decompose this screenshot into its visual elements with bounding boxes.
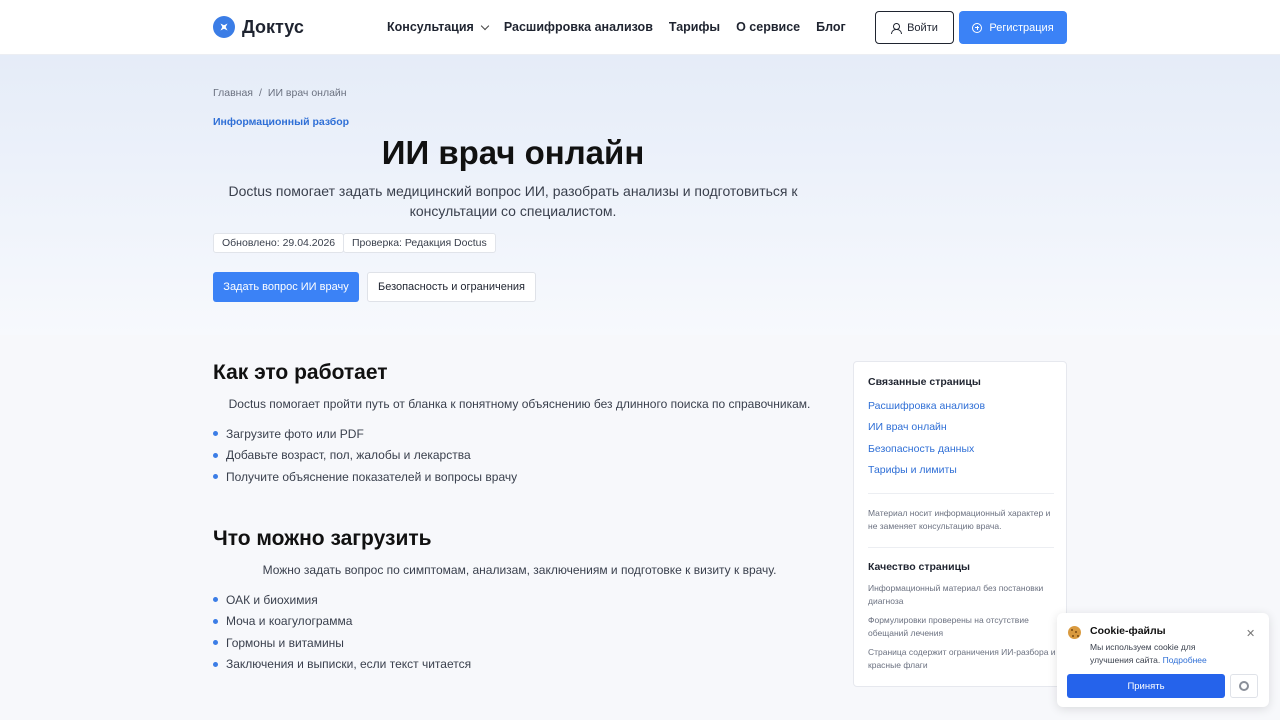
sidebar-card: Связанные страницы Расшифровка анализов …	[853, 361, 1067, 687]
bullet-dot-icon	[213, 597, 218, 603]
section-how-list: Загрузите фото или PDF Добавьте возраст,…	[213, 423, 517, 488]
review-badge: Проверка: Редакция Doctus	[343, 233, 496, 253]
quality-item: Информационный материал без постановки д…	[868, 583, 1044, 606]
section-upload-title: Что можно загрузить	[213, 527, 432, 550]
login-button[interactable]: Войти	[875, 11, 954, 44]
login-label: Войти	[907, 21, 938, 34]
cookie-title: Cookie-файлы	[1090, 625, 1166, 637]
cookie-text: Мы используем cookie для улучшения сайта…	[1090, 641, 1240, 667]
nav-consultation[interactable]: Консультация	[387, 20, 490, 34]
related-link-pricing[interactable]: Тарифы и лимиты	[868, 464, 957, 476]
cookie-icon	[1068, 626, 1081, 639]
bullet-dot-icon	[213, 618, 218, 624]
disclaimer-text: Материал носит информационный характер и…	[868, 508, 1051, 531]
cookie-accept-button[interactable]: Принять	[1067, 674, 1225, 698]
list-item-text: Получите объяснение показателей и вопрос…	[226, 469, 518, 484]
related-pages-title: Связанные страницы	[868, 376, 981, 388]
section-how-title: Как это работает	[213, 361, 388, 384]
related-link-analysis[interactable]: Расшифровка анализов	[868, 400, 985, 412]
bullet-dot-icon	[213, 640, 218, 646]
page-subtitle: Doctus помогает задать медицинский вопро…	[228, 183, 798, 219]
cookie-more-link[interactable]: Подробнее	[1163, 655, 1207, 665]
divider	[868, 493, 1054, 494]
list-item: Добавьте возраст, пол, жалобы и лекарств…	[213, 445, 517, 467]
list-item-text: Загрузите фото или PDF	[226, 426, 364, 441]
related-link-ai-doctor[interactable]: ИИ врач онлайн	[868, 421, 947, 433]
list-item-text: Моча и коагулограмма	[226, 614, 353, 629]
breadcrumb: Главная / ИИ врач онлайн	[213, 87, 347, 99]
cookie-settings-button[interactable]	[1230, 674, 1258, 698]
related-link-data-safety[interactable]: Безопасность данных	[868, 443, 974, 455]
divider	[868, 547, 1054, 548]
chevron-down-icon	[480, 21, 490, 30]
list-item: Моча и коагулограмма	[213, 611, 471, 633]
nav-consultation-label: Консультация	[387, 20, 474, 34]
eyebrow-label: Информационный разбор	[213, 116, 350, 128]
section-how-intro: Doctus помогает пройти путь от бланка к …	[228, 397, 811, 411]
nav-pricing[interactable]: Тарифы	[669, 20, 720, 34]
list-item: ОАК и биохимия	[213, 589, 471, 611]
list-item: Загрузите фото или PDF	[213, 423, 517, 445]
breadcrumb-home[interactable]: Главная	[213, 87, 253, 99]
quality-title: Качество страницы	[868, 561, 970, 573]
close-icon[interactable]: ✕	[1246, 627, 1255, 640]
main-nav: Консультация Расшифровка анализов Тарифы…	[387, 20, 862, 34]
quality-item: Страница содержит ограничения ИИ-разбора…	[868, 647, 1056, 670]
nav-blog[interactable]: Блог	[816, 20, 846, 34]
nav-analysis[interactable]: Расшифровка анализов	[504, 20, 653, 34]
updated-badge: Обновлено: 29.04.2026	[213, 233, 345, 253]
list-item-text: ОАК и биохимия	[226, 592, 318, 607]
list-item-text: Гормоны и витамины	[226, 635, 344, 650]
nav-about[interactable]: О сервисе	[736, 20, 800, 34]
bullet-dot-icon	[213, 431, 218, 437]
list-item-text: Заключения и выписки, если текст читаетс…	[226, 657, 472, 672]
ask-ai-button[interactable]: Задать вопрос ИИ врачу	[213, 272, 359, 302]
section-upload-list: ОАК и биохимия Моча и коагулограмма Горм…	[213, 589, 471, 675]
register-label: Регистрация	[989, 21, 1054, 34]
register-button[interactable]: Регистрация	[959, 11, 1067, 44]
logo-text: Доктус	[242, 16, 304, 37]
list-item-text: Добавьте возраст, пол, жалобы и лекарств…	[226, 448, 471, 463]
bullet-dot-icon	[213, 474, 218, 480]
breadcrumb-current: ИИ врач онлайн	[267, 87, 347, 99]
bullet-dot-icon	[213, 452, 218, 458]
quality-item: Формулировки проверены на отсутствие обе…	[868, 615, 1029, 638]
list-item: Получите объяснение показателей и вопрос…	[213, 466, 517, 488]
page-title: ИИ врач онлайн	[381, 134, 645, 171]
user-icon	[891, 22, 903, 34]
breadcrumb-separator: /	[258, 87, 262, 99]
logo-star-icon	[213, 16, 235, 38]
plus-circle-icon	[972, 22, 983, 33]
list-item: Заключения и выписки, если текст читаетс…	[213, 654, 471, 676]
bullet-dot-icon	[213, 661, 218, 667]
list-item: Гормоны и витамины	[213, 632, 471, 654]
safety-button[interactable]: Безопасность и ограничения	[367, 272, 536, 302]
gear-icon	[1239, 681, 1249, 691]
logo[interactable]: Доктус	[213, 16, 304, 38]
site-header: Доктус Консультация Расшифровка анализов…	[0, 0, 1280, 55]
section-upload-intro: Можно задать вопрос по симптомам, анализ…	[262, 563, 777, 577]
cookie-banner: Cookie-файлы ✕ Мы используем cookie для …	[1057, 613, 1269, 707]
